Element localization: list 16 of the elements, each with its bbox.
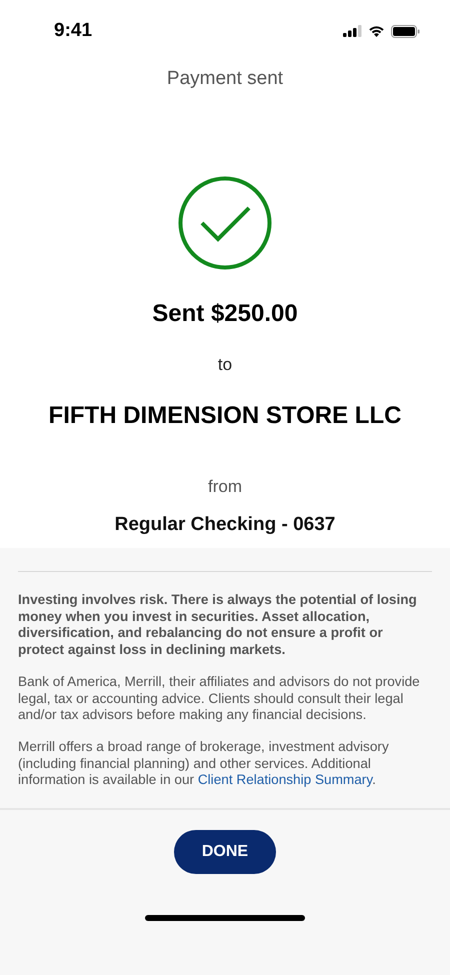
checkmark-circle-icon [178, 176, 272, 270]
disclosure-text: Investing involves risk. There is always the potential of losing money when you invest in securities. Asset allocation, diversification, and rebalancing do not ensure a profit or protect against loss in declining markets. [18, 592, 418, 659]
wifi-icon [368, 25, 385, 37]
payee-name: FIFTH DIMENSION STORE LLC [48, 402, 402, 430]
amount-sent: Sent $250.00 [152, 300, 298, 328]
status-time: 9:41 [54, 20, 92, 42]
from-label: from [208, 477, 242, 497]
summary-link[interactable]: Client Relationship Summary [198, 772, 372, 788]
disclosure-text: Bank of America, Merrill, their affiliates and advisors do not provide legal, tax or accounting advice. Clients should consult their legal and/or tax advisors before making any financial decisions. [18, 674, 421, 724]
screen-title: Payment sent [166, 68, 284, 90]
account-name: Regular Checking - 0637 [114, 514, 336, 536]
signal-icon [343, 25, 362, 37]
battery-icon [391, 24, 420, 38]
to-label: to [218, 355, 232, 375]
disclosure-text: Merrill offers a broad range of brokerage, investment advisory (including financial planning) and other services. Additional information is available in our Client Relationship Summary. [18, 738, 390, 790]
done-button[interactable]: DONE [174, 830, 276, 874]
